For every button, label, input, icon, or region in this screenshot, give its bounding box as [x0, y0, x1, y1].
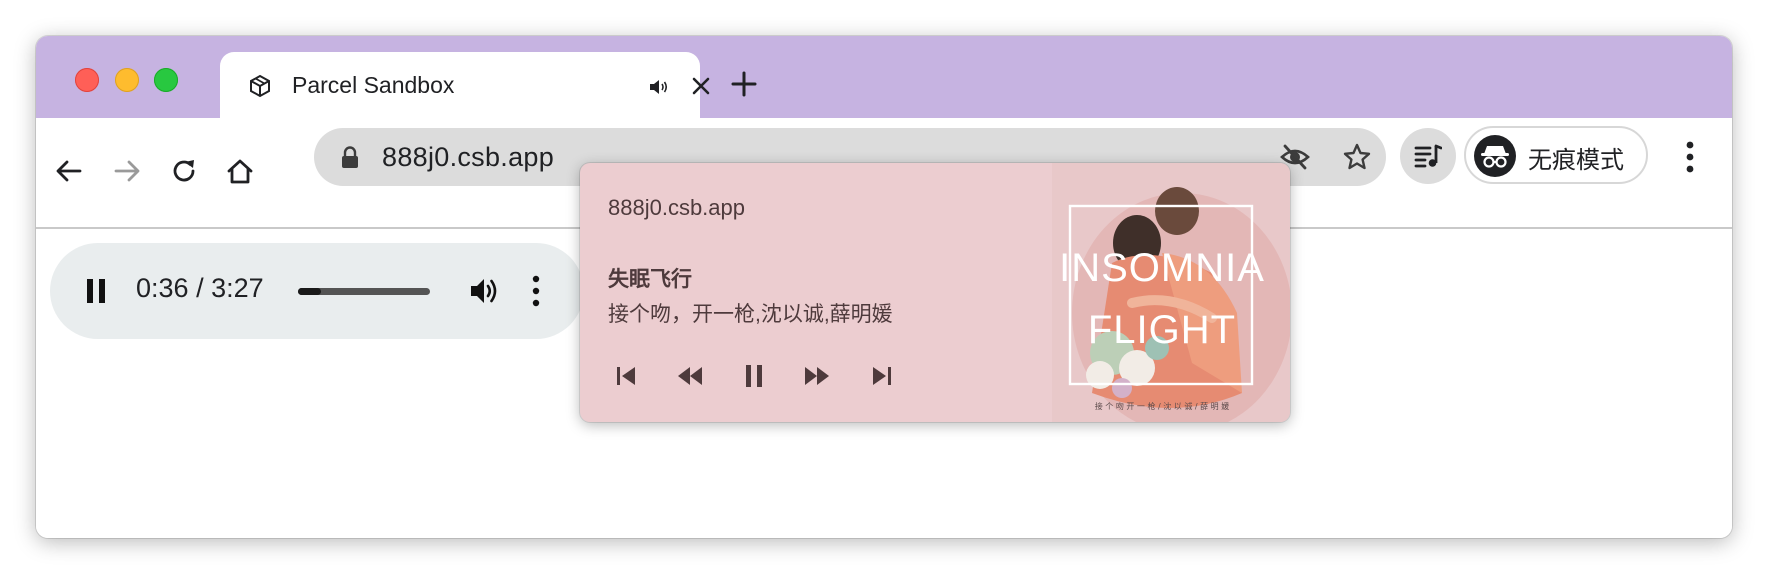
album-artwork: INSOMNIA FLIGHT 接 个 吻 开 一 枪 / 沈 以 诚 / 薛 …	[1052, 163, 1290, 422]
more-vertical-icon[interactable]	[530, 274, 542, 308]
track-artists: 接个吻，开一枪,沈以诚,薛明媛	[608, 303, 893, 326]
media-queue-icon	[1414, 144, 1442, 168]
pause-icon[interactable]	[740, 362, 768, 390]
profile-label: 无痕模式	[1528, 147, 1624, 174]
skip-next-icon[interactable]	[868, 362, 896, 390]
skip-previous-icon[interactable]	[612, 362, 640, 390]
duration: 3:27	[211, 273, 264, 303]
time-display: 0:36 / 3:27	[136, 273, 264, 304]
back-arrow-icon[interactable]	[53, 155, 85, 187]
close-window-button[interactable]	[75, 68, 99, 92]
speaker-icon[interactable]	[648, 76, 670, 98]
media-controls-button[interactable]	[1400, 128, 1456, 184]
fast-forward-icon[interactable]	[803, 362, 831, 390]
artwork-title: INSOMNIA	[1059, 246, 1265, 290]
current-time: 0:36	[136, 273, 189, 303]
volume-icon[interactable]	[468, 275, 500, 307]
minimize-window-button[interactable]	[115, 68, 139, 92]
maximize-window-button[interactable]	[154, 68, 178, 92]
codesandbox-icon	[250, 74, 270, 98]
forward-arrow-icon[interactable]	[111, 155, 143, 187]
reload-icon[interactable]	[168, 155, 200, 187]
url-text[interactable]: 888j0.csb.app	[382, 142, 554, 173]
star-icon[interactable]	[1342, 142, 1372, 172]
home-icon[interactable]	[224, 155, 256, 187]
rewind-icon[interactable]	[676, 362, 704, 390]
plus-icon[interactable]	[730, 70, 758, 98]
lock-icon	[342, 146, 358, 168]
progress-slider[interactable]	[298, 288, 430, 295]
incognito-chip[interactable]: 无痕模式	[1464, 126, 1648, 184]
track-title: 失眠飞行	[608, 268, 692, 291]
time-separator: /	[196, 273, 204, 303]
more-vertical-icon[interactable]	[1684, 140, 1696, 174]
pause-icon[interactable]	[84, 277, 108, 305]
artwork-subtitle: FLIGHT	[1088, 308, 1236, 352]
incognito-icon	[1474, 135, 1516, 177]
tab-strip: Parcel Sandbox	[36, 36, 1732, 118]
tab-title: Parcel Sandbox	[292, 72, 455, 98]
tab-active[interactable]: Parcel Sandbox	[220, 52, 710, 118]
progress-fill	[298, 288, 321, 295]
artwork-credit: 接 个 吻 开 一 枪 / 沈 以 诚 / 薛 明 媛	[1095, 401, 1229, 411]
audio-player: 0:36 / 3:27	[50, 243, 584, 339]
media-origin: 888j0.csb.app	[608, 195, 745, 220]
media-controls-popup: 888j0.csb.app 失眠飞行 接个吻，开一枪,沈以诚,薛明媛 INSOM…	[580, 163, 1290, 422]
close-icon[interactable]	[690, 75, 712, 97]
